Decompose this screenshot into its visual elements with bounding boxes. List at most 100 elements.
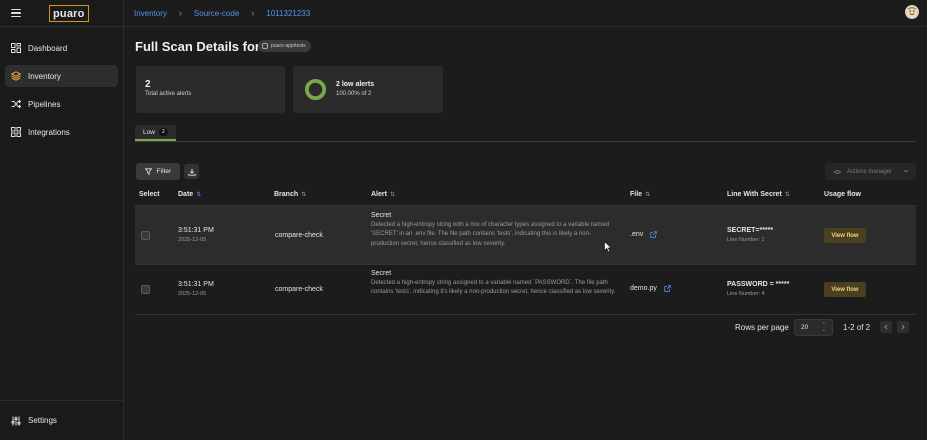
row-branch: compare-check xyxy=(275,232,323,239)
sort-icon[interactable]: ⇅ xyxy=(645,191,650,198)
column-header-line-with-secret[interactable]: Line With Secret ⇅ xyxy=(727,191,790,198)
low-alerts-donut xyxy=(304,78,327,101)
row-time: 3:51:31 PM xyxy=(178,227,214,234)
tab-count-badge: 2 xyxy=(158,128,168,136)
row-alert-description: Detected a high-entropy string with a mi… xyxy=(371,222,610,247)
breadcrumb-scan-id[interactable]: 1011321233 xyxy=(266,9,310,18)
sort-icon[interactable]: ⇅ xyxy=(196,191,201,198)
row-secret-line: PASSWORD = ***** xyxy=(727,281,790,288)
row-time: 3:51:31 PM xyxy=(178,281,214,288)
sliders-icon xyxy=(11,416,21,426)
column-header-file[interactable]: File ⇅ xyxy=(630,191,650,198)
mouse-cursor-icon xyxy=(604,241,612,253)
menu-icon[interactable] xyxy=(11,9,21,17)
breadcrumb-source-code[interactable]: Source-code xyxy=(194,9,239,18)
previous-page-button[interactable] xyxy=(880,321,892,333)
repo-chip-label: puaro-app/tests xyxy=(271,43,306,49)
repo-chip[interactable]: puaro-app/tests xyxy=(258,40,311,52)
filter-button[interactable]: Filter xyxy=(136,163,180,180)
rows-per-page-select[interactable]: 20 ⌃ ⌄ xyxy=(794,319,833,336)
actions-icon xyxy=(833,169,842,175)
row-checkbox[interactable] xyxy=(141,285,150,294)
column-header-branch[interactable]: Branch ⇅ xyxy=(274,191,306,198)
total-alerts-label: Total active alerts xyxy=(145,91,192,97)
column-header-usage-flow: Usage flow xyxy=(824,191,861,198)
row-file-name: .env xyxy=(630,231,644,238)
shuffle-icon xyxy=(11,99,21,109)
view-flow-button[interactable]: View flow xyxy=(824,282,866,297)
row-checkbox[interactable] xyxy=(141,231,150,240)
sidebar-item-label: Integrations xyxy=(28,127,70,137)
column-header-select: Select xyxy=(139,191,160,198)
low-alerts-card: 2 low alerts 100.00% of 2 xyxy=(293,66,443,113)
page-title: Full Scan Details for xyxy=(135,39,260,54)
row-file-name: demo.py xyxy=(630,285,657,292)
sidebar-item-label: Inventory xyxy=(28,71,61,81)
total-alerts-count: 2 xyxy=(145,79,151,90)
row-date: 2025-12-05 xyxy=(178,291,207,297)
low-alerts-percent: 100.00% of 2 xyxy=(336,91,372,97)
row-file[interactable]: demo.py xyxy=(630,285,671,292)
row-alert-title: Secret xyxy=(371,212,392,219)
sidebar: puaro Dashboard Inventory Pipelines Inte… xyxy=(0,0,124,440)
rows-per-page-label: Rows per page xyxy=(735,323,789,332)
sidebar-item-pipelines[interactable]: Pipelines xyxy=(5,93,118,115)
topbar: Inventory › Source-code › 1011321233 xyxy=(124,0,927,27)
pagination-range: 1-2 of 2 xyxy=(843,323,871,332)
download-icon xyxy=(187,168,196,176)
settings-label: Settings xyxy=(28,416,57,425)
sort-icon[interactable]: ⇅ xyxy=(785,191,790,198)
sort-icon[interactable]: ⇅ xyxy=(390,191,395,198)
row-alert-description: Detected a high-entropy string assigned … xyxy=(371,280,616,296)
sort-icon[interactable]: ⇅ xyxy=(301,191,306,198)
chevron-right-icon: › xyxy=(251,8,255,18)
tab-label: Low xyxy=(143,128,155,136)
tab-low[interactable]: Low 2 xyxy=(135,125,176,141)
table-row[interactable]: 3:51:31 PM 2025-12-05 compare-check Secr… xyxy=(135,206,916,265)
filter-label: Filter xyxy=(156,168,172,175)
chevron-left-icon xyxy=(884,324,888,330)
sidebar-item-inventory[interactable]: Inventory xyxy=(5,65,118,87)
select-updown-icon: ⌃ ⌄ xyxy=(821,322,826,333)
sidebar-item-label: Pipelines xyxy=(28,99,61,109)
column-header-alert[interactable]: Alert ⇅ xyxy=(371,191,395,198)
integrations-icon xyxy=(11,127,21,137)
chevron-right-icon xyxy=(901,324,905,330)
breadcrumb-inventory[interactable]: Inventory xyxy=(134,9,167,18)
layers-icon xyxy=(11,71,21,81)
external-link-icon[interactable] xyxy=(664,285,671,292)
chevron-right-icon: › xyxy=(178,8,182,18)
filter-icon xyxy=(144,168,152,175)
main-content: Full Scan Details for puaro-app/tests 2 … xyxy=(124,27,927,440)
tabs-divider xyxy=(135,141,916,142)
row-file[interactable]: .env xyxy=(630,231,657,238)
sidebar-item-integrations[interactable]: Integrations xyxy=(5,121,118,143)
row-branch: compare-check xyxy=(275,286,323,293)
row-secret-line: SECRET=***** xyxy=(727,227,774,234)
sidebar-item-settings[interactable]: Settings xyxy=(0,400,123,440)
logo-text: puaro xyxy=(53,7,85,20)
download-button[interactable] xyxy=(184,164,199,179)
row-line-number: Line Number: 1 xyxy=(727,237,765,243)
external-link-icon[interactable] xyxy=(650,231,657,238)
sidebar-item-dashboard[interactable]: Dashboard xyxy=(5,37,118,59)
app-logo[interactable]: puaro xyxy=(49,5,89,22)
column-header-date[interactable]: Date ⇅ xyxy=(178,191,201,198)
actions-manager-button[interactable]: Actions manager xyxy=(825,163,916,180)
logo-frame: puaro xyxy=(49,5,89,22)
sidebar-item-label: Dashboard xyxy=(28,43,68,53)
rows-per-page-value: 20 xyxy=(801,324,809,331)
low-alerts-title: 2 low alerts xyxy=(336,81,375,88)
total-alerts-card: 2 Total active alerts xyxy=(136,66,285,113)
avatar[interactable] xyxy=(905,5,919,19)
view-flow-button[interactable]: View flow xyxy=(824,228,866,243)
sidebar-nav: Dashboard Inventory Pipelines Integratio… xyxy=(0,27,123,143)
dashboard-grid-icon xyxy=(11,43,21,53)
table-row[interactable]: 3:51:31 PM 2025-12-05 compare-check Secr… xyxy=(135,265,916,315)
actions-manager-label: Actions manager xyxy=(847,168,893,175)
row-date: 2025-12-05 xyxy=(178,237,207,243)
row-line-number: Line Number: 4 xyxy=(727,291,765,297)
next-page-button[interactable] xyxy=(897,321,909,333)
chevron-down-icon xyxy=(903,168,909,174)
repo-icon xyxy=(262,43,268,49)
